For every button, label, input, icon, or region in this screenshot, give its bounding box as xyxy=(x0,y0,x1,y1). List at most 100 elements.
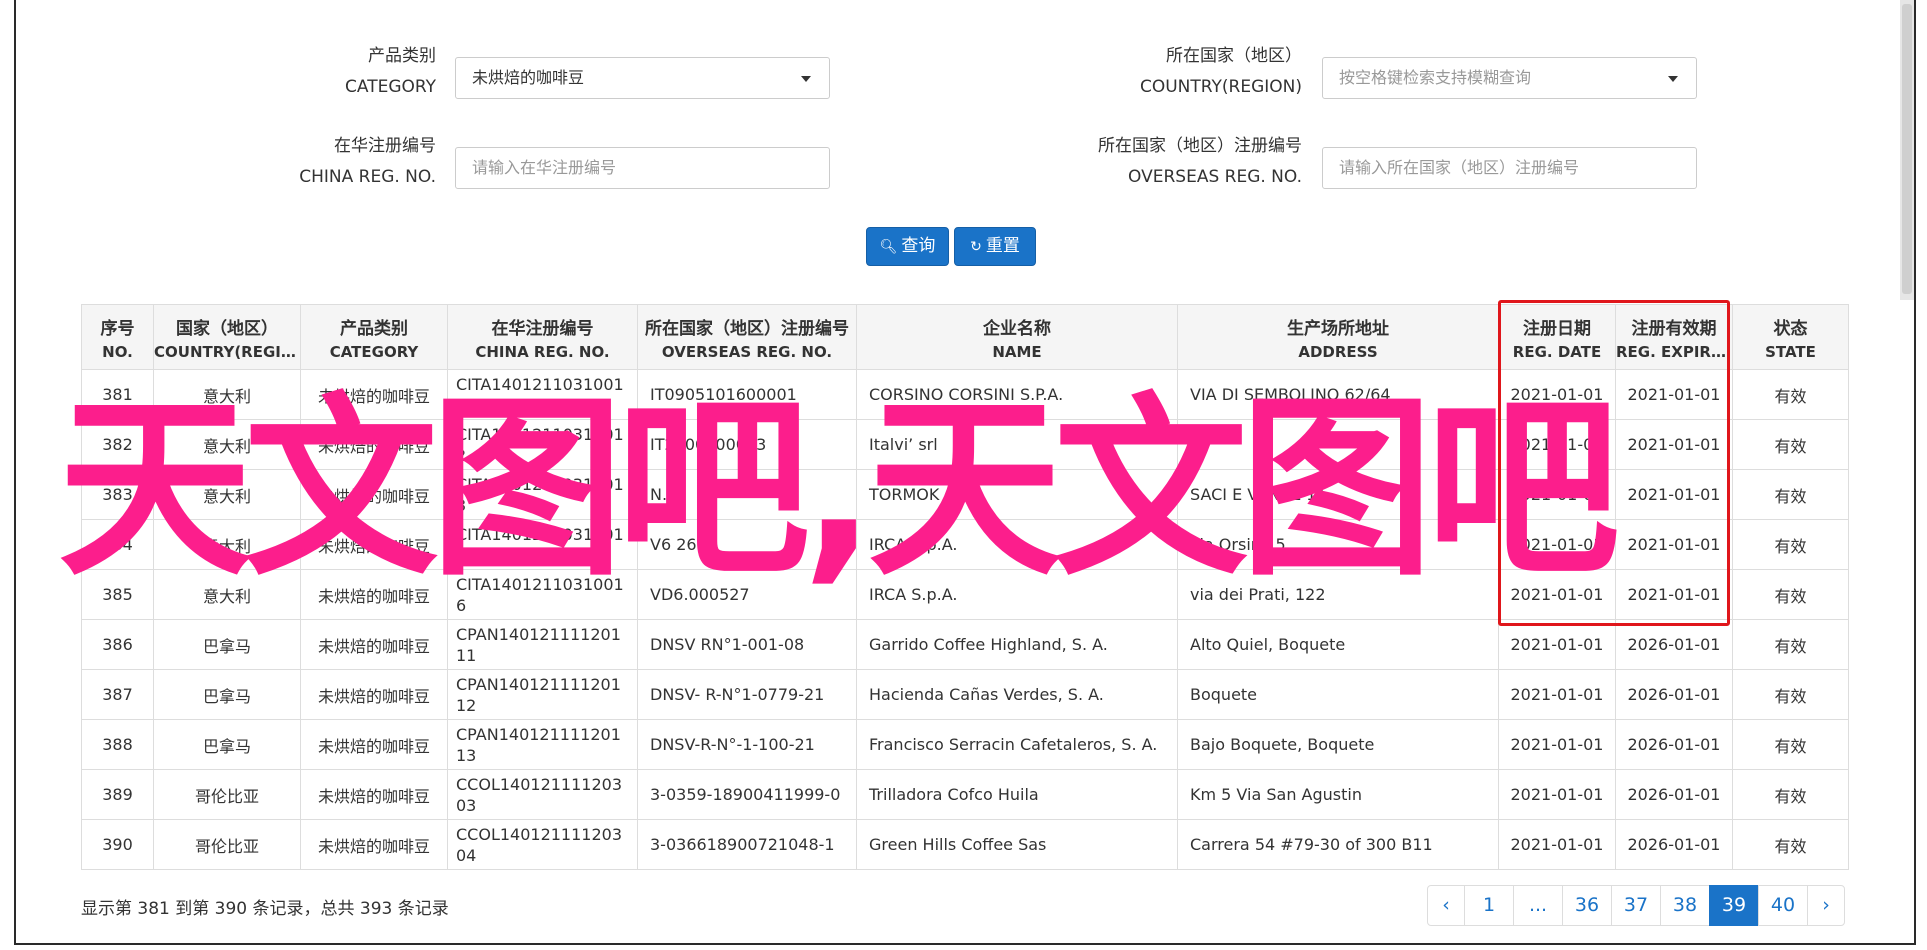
category-label-cn: 产品类别 xyxy=(368,46,436,66)
pagination-page-1[interactable]: 1 xyxy=(1464,885,1514,926)
cell-reg-date: 2021-01-01 xyxy=(1498,569,1616,620)
table-row[interactable]: 390 哥伦比亚 未烘焙的咖啡豆 CCOL14012111120304 3-036618… xyxy=(81,819,1849,870)
column-header-en: NAME xyxy=(992,342,1042,361)
column-header: 企业名称 NAME xyxy=(856,304,1178,370)
table-row[interactable]: 383 意大利 未烘焙的咖啡豆 CITA14012110310013 N. 7 TORMO… xyxy=(81,469,1849,520)
pagination-prev-button[interactable]: ‹ xyxy=(1427,885,1465,926)
cell-state: 有效 xyxy=(1732,769,1849,820)
pagination-page-ellipsis[interactable]: ... xyxy=(1513,885,1563,926)
table-row[interactable]: 382 意大利 未烘焙的咖啡豆 CITA14012110310012 IT2000100… xyxy=(81,419,1849,470)
cell-address: Km 5 Via San Agustin xyxy=(1177,769,1499,820)
scrollbar-thumb[interactable] xyxy=(1902,4,1912,294)
cell-country: 意大利 xyxy=(153,569,301,620)
column-header-en: NO. xyxy=(102,342,133,361)
cell-state: 有效 xyxy=(1732,719,1849,770)
column-header-cn: 国家（地区） xyxy=(176,318,278,339)
cell-overseas-reg: IT0905101600001 xyxy=(637,369,857,420)
cell-name: Hacienda Cañas Verdes, S. A. xyxy=(856,669,1178,720)
cell-overseas-reg: IT2000100013 xyxy=(637,419,857,470)
pagination-page-38[interactable]: 38 xyxy=(1660,885,1710,926)
refresh-icon: ↻ xyxy=(970,239,982,255)
column-header-cn: 产品类别 xyxy=(340,318,408,339)
pagination-page-39[interactable]: 39 xyxy=(1709,885,1759,926)
cell-address: Bajo Boquete, Boquete xyxy=(1177,719,1499,770)
pagination-page-40[interactable]: 40 xyxy=(1758,885,1808,926)
cell-address: Carrera 54 #79-30 of 300 B11 xyxy=(1177,819,1499,870)
cell-address: SACI E VANZE 11 xyxy=(1177,469,1499,520)
country-label: 所在国家（地区） COUNTRY(REGION) xyxy=(1000,41,1302,103)
cell-category: 未烘焙的咖啡豆 xyxy=(300,469,448,520)
cell-no: 385 xyxy=(81,569,154,620)
table-row[interactable]: 384 意大利 未烘焙的咖啡豆 CITA14012110310014 V6 2697 IR… xyxy=(81,519,1849,570)
cell-overseas-reg: N. 7 xyxy=(637,469,857,520)
scrollbar[interactable] xyxy=(1900,0,1914,300)
cell-china-reg: CPAN14012111120113 xyxy=(447,719,638,770)
table-row[interactable]: 385 意大利 未烘焙的咖啡豆 CITA14012110310016 VD6.00052… xyxy=(81,569,1849,620)
cell-china-reg: CITA14012110310011 xyxy=(447,369,638,420)
cell-category: 未烘焙的咖啡豆 xyxy=(300,569,448,620)
country-select-placeholder: 按空格键检索支持模糊查询 xyxy=(1339,68,1532,87)
cell-no: 386 xyxy=(81,619,154,670)
column-header-cn: 所在国家（地区）注册编号 xyxy=(645,318,849,339)
table-row[interactable]: 388 巴拿马 未烘焙的咖啡豆 CPAN14012111120113 DNSV-R-N°… xyxy=(81,719,1849,770)
country-label-cn: 所在国家（地区） xyxy=(1166,46,1302,66)
column-header-cn: 企业名称 xyxy=(983,318,1051,339)
category-label-en: CATEGORY xyxy=(345,77,436,97)
cell-china-reg: CITA14012110310013 xyxy=(447,469,638,520)
cell-china-reg: CPAN14012111120111 xyxy=(447,619,638,670)
column-header-cn: 状态 xyxy=(1773,318,1808,339)
cell-reg-expire: 2021-01-01 xyxy=(1615,419,1733,470)
record-summary: 显示第 381 到第 390 条记录，总共 393 条记录 xyxy=(81,899,449,919)
table-row[interactable]: 381 意大利 未烘焙的咖啡豆 CITA14012110310011 IT0905101… xyxy=(81,369,1849,420)
cell-china-reg: CITA14012110310012 xyxy=(447,419,638,470)
pagination-page-37[interactable]: 37 xyxy=(1611,885,1661,926)
cell-china-reg: CITA14012110310016 xyxy=(447,569,638,620)
cell-category: 未烘焙的咖啡豆 xyxy=(300,719,448,770)
search-button[interactable]: 🔍︎ 查询 xyxy=(866,227,949,266)
overseas-reg-label-cn: 所在国家（地区）注册编号 xyxy=(1098,136,1302,156)
table-row[interactable]: 389 哥伦比亚 未烘焙的咖啡豆 CCOL14012111120303 3-0359-1… xyxy=(81,769,1849,820)
cell-category: 未烘焙的咖啡豆 xyxy=(300,769,448,820)
table-row[interactable]: 386 巴拿马 未烘焙的咖啡豆 CPAN14012111120111 DNSV RN°1… xyxy=(81,619,1849,670)
cell-name: IRCA S.p.A. xyxy=(856,519,1178,570)
column-header: 状态 STATE xyxy=(1732,304,1849,370)
cell-china-reg: CCOL14012111120303 xyxy=(447,769,638,820)
results-table: 序号 NO. 国家（地区） COUNTRY(REGIO... 产品类别 CATEGORY 在… xyxy=(81,304,1849,870)
cell-no: 381 xyxy=(81,369,154,420)
column-header: 产品类别 CATEGORY xyxy=(300,304,448,370)
overseas-reg-input[interactable]: 请输入所在国家（地区）注册编号 xyxy=(1322,147,1697,189)
pagination: ‹ 1... 36 37 38 39 40 › xyxy=(1427,885,1845,926)
cell-state: 有效 xyxy=(1732,619,1849,670)
cell-category: 未烘焙的咖啡豆 xyxy=(300,369,448,420)
cell-reg-expire: 2021-01-01 xyxy=(1615,369,1733,420)
cell-no: 390 xyxy=(81,819,154,870)
pagination-page-36[interactable]: 36 xyxy=(1562,885,1612,926)
cell-state: 有效 xyxy=(1732,519,1849,570)
cell-address: via dei Prati, 122 xyxy=(1177,569,1499,620)
cell-state: 有效 xyxy=(1732,369,1849,420)
column-header-cn: 在华注册编号 xyxy=(491,318,594,339)
pagination-next-button[interactable]: › xyxy=(1807,885,1845,926)
cell-address xyxy=(1177,419,1499,470)
overseas-reg-label: 所在国家（地区）注册编号 OVERSEAS REG. NO. xyxy=(1000,131,1302,193)
cell-name: Green Hills Coffee Sas xyxy=(856,819,1178,870)
cell-address: Boquete xyxy=(1177,669,1499,720)
cell-china-reg: CCOL14012111120304 xyxy=(447,819,638,870)
cell-name: Trilladora Cofco Huila xyxy=(856,769,1178,820)
cell-name: IRCA S.p.A. xyxy=(856,569,1178,620)
category-select[interactable]: 未烘焙的咖啡豆 xyxy=(455,57,830,99)
cell-reg-expire: 2026-01-01 xyxy=(1615,819,1733,870)
column-header-en: COUNTRY(REGIO... xyxy=(154,342,300,361)
table-row[interactable]: 387 巴拿马 未烘焙的咖啡豆 CPAN14012111120112 DNSV- R-N… xyxy=(81,669,1849,720)
country-select[interactable]: 按空格键检索支持模糊查询 xyxy=(1322,57,1697,99)
cell-overseas-reg: DNSV RN°1-001-08 xyxy=(637,619,857,670)
reset-button[interactable]: ↻ 重置 xyxy=(954,227,1036,266)
column-header: 注册有效期 REG. EXPIRE ... xyxy=(1615,304,1733,370)
cell-overseas-reg: 3-036618900721048-1 xyxy=(637,819,857,870)
overseas-reg-placeholder: 请输入所在国家（地区）注册编号 xyxy=(1339,158,1580,177)
cell-reg-expire: 2021-01-01 xyxy=(1615,569,1733,620)
column-header-cn: 生产场所地址 xyxy=(1287,318,1389,339)
china-reg-input[interactable]: 请输入在华注册编号 xyxy=(455,147,830,189)
overseas-reg-label-en: OVERSEAS REG. NO. xyxy=(1128,167,1302,187)
cell-reg-date: 2021-01-01 xyxy=(1498,619,1616,670)
